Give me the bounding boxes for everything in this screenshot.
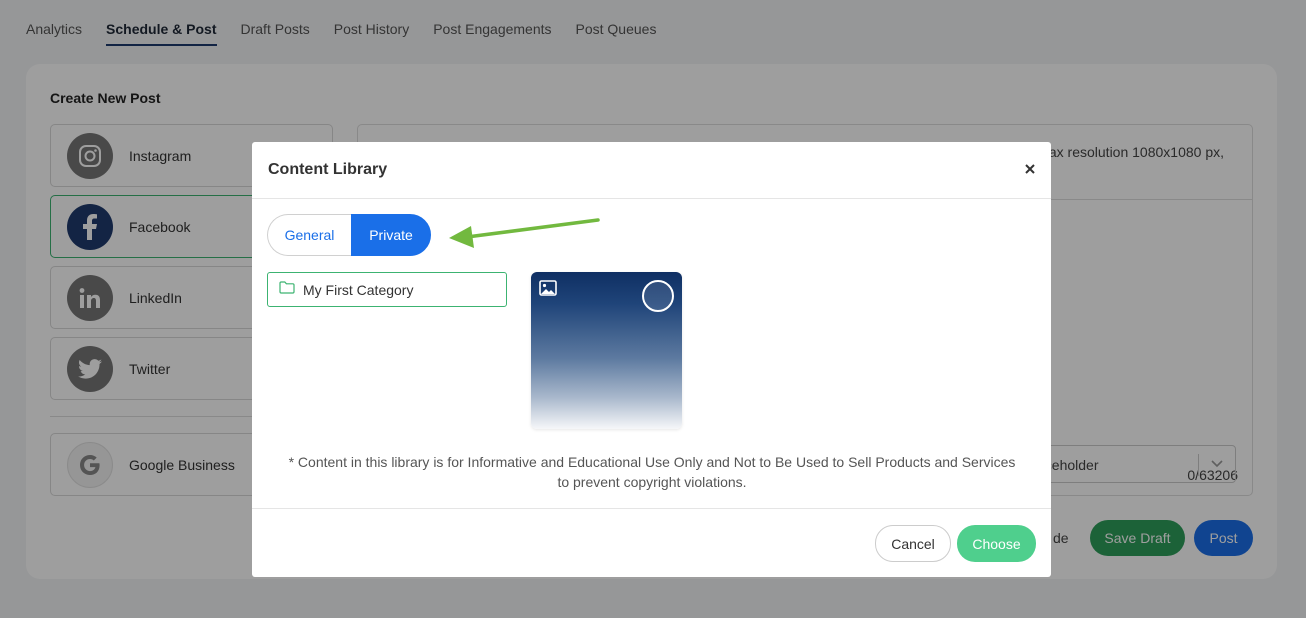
disclaimer-text: * Content in this library is for Informa… — [288, 454, 1016, 490]
folder-icon — [279, 280, 295, 299]
modal-footer-divider — [252, 508, 1051, 509]
select-radio[interactable] — [642, 280, 674, 312]
toggle-general[interactable]: General — [267, 214, 351, 256]
image-icon — [539, 280, 557, 301]
content-thumbnail[interactable] — [531, 272, 682, 429]
cancel-button[interactable]: Cancel — [875, 525, 951, 562]
close-icon[interactable] — [1023, 162, 1037, 176]
choose-button[interactable]: Choose — [957, 525, 1036, 562]
library-toggle: General Private — [267, 214, 431, 256]
toggle-private[interactable]: Private — [351, 214, 431, 256]
content-library-modal: Content Library General Private My First… — [252, 142, 1051, 577]
modal-title: Content Library — [268, 161, 388, 178]
category-label: My First Category — [303, 281, 414, 298]
annotation-arrow-icon — [449, 218, 600, 248]
modal-header-divider — [252, 198, 1051, 199]
category-item[interactable]: My First Category — [267, 272, 507, 307]
